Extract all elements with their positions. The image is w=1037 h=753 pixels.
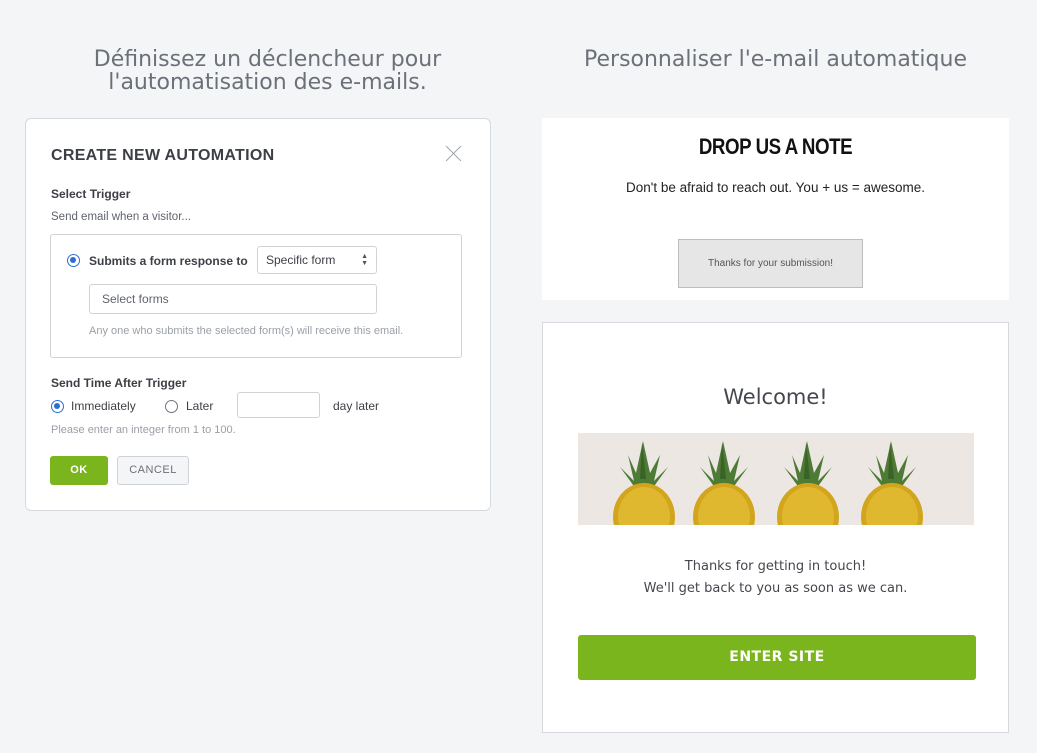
trigger-heading: Définissez un déclencheur pour l'automat… [25, 48, 510, 94]
trigger-heading-line1: Définissez un déclencheur pour [93, 47, 442, 72]
later-radio[interactable] [165, 400, 178, 413]
customize-email-heading: Personnaliser l'e-mail automatique [584, 47, 967, 72]
modal-title: CREATE NEW AUTOMATION [51, 147, 275, 164]
immediately-label: Immediately [71, 399, 136, 413]
ok-button[interactable]: OK [50, 456, 108, 485]
note-title: DROP US A NOTE [698, 134, 853, 159]
submits-form-label: Submits a form response to [89, 254, 248, 268]
contact-form-preview: DROP US A NOTE Don't be afraid to reach … [542, 118, 1009, 300]
email-body-line2: We'll get back to you as soon as we can. [643, 581, 908, 596]
select-trigger-label: Select Trigger [51, 187, 131, 201]
send-time-label: Send Time After Trigger [51, 376, 187, 390]
cancel-button[interactable]: CANCEL [117, 456, 189, 485]
email-heading: Welcome! [723, 385, 828, 409]
form-type-select-value: Specific form [266, 253, 336, 267]
immediately-radio[interactable] [51, 400, 64, 413]
create-automation-modal: CREATE NEW AUTOMATION Select Trigger Sen… [25, 118, 491, 511]
form-type-select[interactable]: Specific form ▲ ▼ [257, 246, 377, 274]
close-icon[interactable] [445, 145, 462, 162]
days-later-input[interactable] [237, 392, 320, 418]
submits-form-radio[interactable] [67, 254, 80, 267]
pineapple-banner-image [578, 433, 974, 525]
send-email-when-text: Send email when a visitor... [51, 211, 191, 223]
enter-site-button[interactable]: ENTER SITE [578, 635, 976, 680]
pineapple-1 [613, 441, 675, 525]
pineapple-2 [693, 441, 755, 525]
welcome-email-preview: Welcome! Thanks for getting in touch! We… [542, 322, 1009, 733]
select-arrows-icon: ▲ ▼ [361, 253, 368, 267]
later-label: Later [186, 399, 214, 413]
pineapple-3 [777, 441, 839, 525]
note-subtitle: Don't be afraid to reach out. You + us =… [625, 180, 926, 195]
select-forms-input[interactable]: Select forms [89, 284, 377, 314]
integer-hint-text: Please enter an integer from 1 to 100. [51, 424, 236, 436]
trigger-option-box: Submits a form response to Specific form… [50, 234, 462, 358]
trigger-heading-line2: l'automatisation des e-mails. [108, 70, 427, 95]
email-body-text: Thanks for getting in touch! We'll get b… [543, 556, 1008, 600]
trigger-hint-text: Any one who submits the selected form(s)… [89, 325, 404, 337]
pineapple-4 [861, 441, 923, 525]
day-later-label: day later [333, 399, 380, 413]
email-body-line1: Thanks for getting in touch! [684, 559, 867, 574]
submission-confirmation: Thanks for your submission! [678, 239, 863, 288]
